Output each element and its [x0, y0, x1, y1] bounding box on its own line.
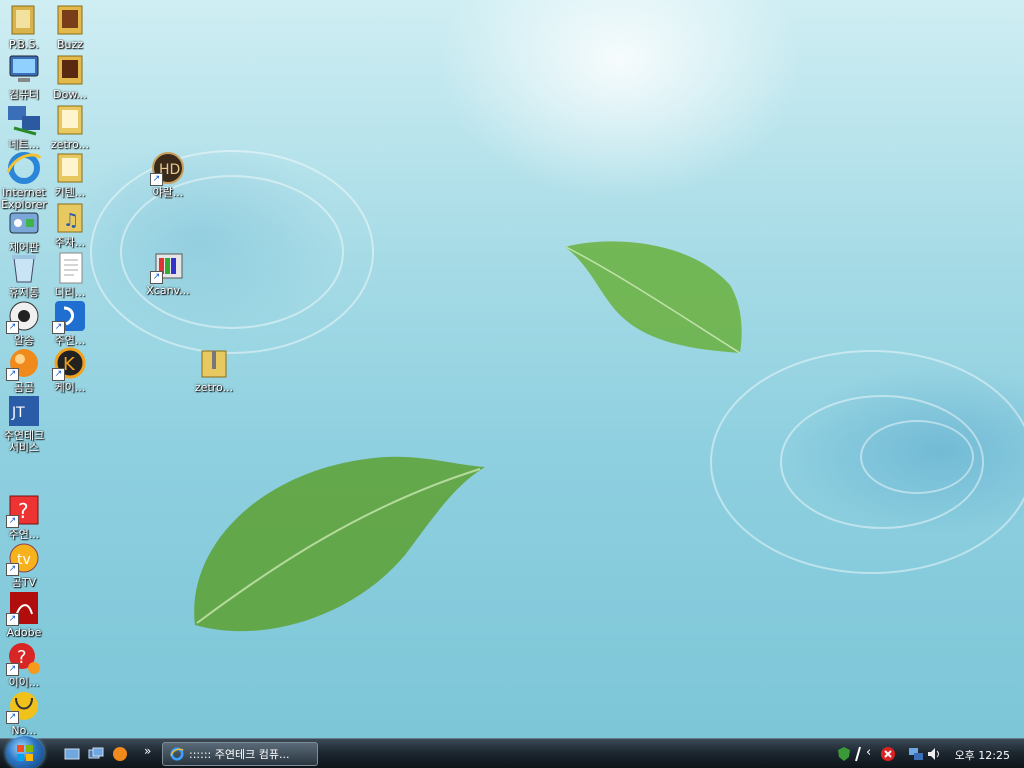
app-icon: ↗ — [52, 298, 88, 334]
stethoscope-icon: ↗ — [6, 688, 42, 724]
shortcut-arrow-icon: ↗ — [6, 663, 19, 676]
svg-text:?: ? — [18, 499, 29, 523]
shortcut-arrow-icon: ↗ — [150, 271, 163, 284]
shortcut-arrow-icon: ↗ — [6, 613, 19, 626]
desktop-icon-jooyon[interactable]: ↗ 주연... — [46, 298, 94, 347]
clock[interactable]: 오후 12:25 — [955, 747, 1010, 763]
start-button[interactable] — [6, 736, 44, 768]
service-icon: JT — [6, 393, 42, 429]
k-player-icon: K ↗ — [52, 345, 88, 381]
desktop-icon-zetro-zip[interactable]: zetro... — [190, 345, 238, 394]
error-icon[interactable] — [880, 746, 896, 762]
game-icon: HD ↗ — [150, 150, 186, 186]
leaf-large — [194, 456, 485, 632]
shortcut-arrow-icon: ↗ — [6, 321, 19, 334]
desktop-icon-buzz[interactable]: Buzz — [46, 2, 94, 51]
desktop-icon-no[interactable]: ↗ No... — [0, 688, 48, 737]
tray-chevron[interactable]: ‹ — [866, 745, 871, 760]
desktop-icon-pbs[interactable]: P.B.S. — [0, 2, 48, 51]
shortcut-arrow-icon: ↗ — [52, 321, 65, 334]
desktop-icon-network[interactable]: 네트... — [0, 102, 48, 151]
shortcut-arrow-icon: ↗ — [6, 368, 19, 381]
shield-check-icon[interactable] — [836, 746, 852, 762]
show-desktop-icon[interactable] — [64, 746, 80, 762]
folder-icon — [6, 2, 42, 38]
help-icon: ? ↗ — [6, 492, 42, 528]
internet-explorer-icon — [170, 747, 184, 761]
folder-icon — [52, 52, 88, 88]
switch-windows-icon[interactable] — [88, 746, 104, 762]
music-folder-icon: ♫ — [52, 200, 88, 236]
gomtv-icon: tv ↗ — [6, 540, 42, 576]
taskbar: » :::::: 주연테크 컴퓨... ‹ 오후 12:25 — [0, 736, 1024, 768]
shortcut-arrow-icon: ↗ — [6, 711, 19, 724]
desktop-icon-gomtv[interactable]: tv ↗ 곰TV — [0, 540, 48, 589]
desktop-icon-jooyon-service[interactable]: JT 주연테크 서비스 — [0, 393, 48, 454]
control-panel-icon — [6, 205, 42, 241]
folder-icon — [52, 102, 88, 138]
svg-text:♫: ♫ — [63, 210, 79, 231]
desktop-icon-yaral[interactable]: HD ↗ 야랄... — [144, 150, 192, 199]
taskbar-window-button[interactable]: :::::: 주연테크 컴퓨... — [162, 742, 318, 766]
zip-folder-icon — [196, 345, 232, 381]
desktop-icon-adobe[interactable]: ↗ Adobe — [0, 590, 48, 639]
water-ripple — [860, 420, 974, 494]
quicklaunch-chevron[interactable]: » — [144, 744, 151, 758]
desktop-icon-recycle-bin[interactable]: 휴지통 — [0, 250, 48, 299]
document-icon — [52, 250, 88, 286]
alsong-icon: ↗ — [6, 298, 42, 334]
desktop-icon-gomgom[interactable]: ↗ 곰곰 — [0, 345, 48, 394]
gom-player-icon[interactable] — [112, 746, 128, 762]
desktop-icon-downloads[interactable]: Dow... — [46, 52, 94, 101]
desktop-icon-computer[interactable]: 컴퓨터 — [0, 52, 48, 101]
network-tray-icon[interactable] — [908, 746, 924, 762]
network-icon — [6, 102, 42, 138]
folder-icon — [52, 2, 88, 38]
xcanvas-icon: ↗ — [150, 248, 186, 284]
desktop-icon-kiten[interactable]: 키텐... — [46, 150, 94, 199]
shortcut-arrow-icon: ↗ — [52, 368, 65, 381]
desktop-icon-zetro-folder[interactable]: zetro... — [46, 102, 94, 151]
shortcut-arrow-icon: ↗ — [6, 515, 19, 528]
gom-icon: ↗ — [6, 345, 42, 381]
computer-icon — [6, 52, 42, 88]
desktop-icon-ii[interactable]: ? ↗ 이이... — [0, 640, 48, 689]
desktop-icon-alsong[interactable]: ↗ 알송 — [0, 298, 48, 347]
recycle-bin-icon — [6, 250, 42, 286]
windows-logo-icon — [17, 745, 33, 761]
leaf-small — [565, 241, 742, 354]
adobe-reader-icon: ↗ — [6, 590, 42, 626]
internet-explorer-icon — [6, 150, 42, 186]
desktop-icon-diri[interactable]: 디리... — [46, 250, 94, 299]
desktop-icon-internet-explorer[interactable]: Internet Explorer — [0, 150, 48, 211]
svg-text:tv: tv — [17, 552, 31, 568]
desktop-icon-control-panel[interactable]: 제어판 — [0, 205, 48, 254]
taskbar-window-label: :::::: 주연테크 컴퓨... — [189, 748, 290, 761]
desktop-icon-jooyon-help[interactable]: ? ↗ 주연... — [0, 492, 48, 541]
system-tray: ‹ 오후 12:25 — [824, 739, 1024, 768]
desktop-icon-xcanvas[interactable]: ↗ Xcanv... — [144, 248, 192, 297]
pen-icon[interactable] — [854, 746, 862, 762]
desktop-icon-kei[interactable]: K ↗ 케이... — [46, 345, 94, 394]
volume-icon[interactable] — [926, 746, 942, 762]
shortcut-arrow-icon: ↗ — [6, 563, 19, 576]
folder-icon — [52, 150, 88, 186]
help-question-icon: ? ↗ — [6, 640, 42, 676]
desktop-wallpaper: P.B.S. 컴퓨터 네트... Internet Explorer 제어판 휴… — [0, 0, 1024, 738]
desktop-icon-parking[interactable]: ♫ 주차... — [46, 200, 94, 249]
shortcut-arrow-icon: ↗ — [150, 173, 163, 186]
svg-text:JT: JT — [11, 405, 25, 421]
